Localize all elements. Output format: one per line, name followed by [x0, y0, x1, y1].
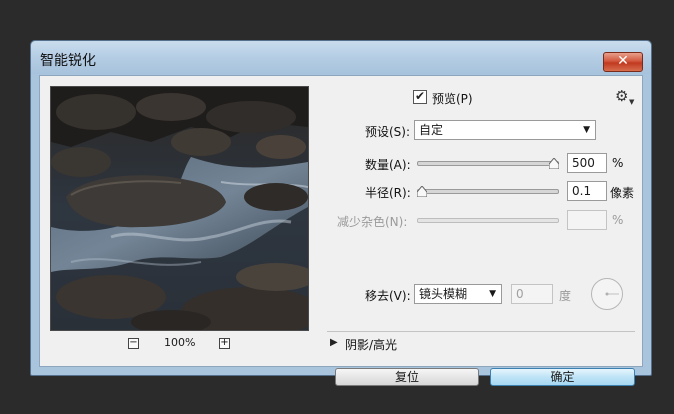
amount-slider-thumb[interactable]: [549, 158, 559, 169]
minus-icon: −: [129, 337, 138, 348]
reduce-noise-unit: %: [612, 213, 624, 227]
reset-button[interactable]: 复位: [335, 368, 479, 386]
radius-slider-thumb[interactable]: [417, 186, 427, 197]
radius-slider[interactable]: [417, 189, 559, 194]
preview-checkbox[interactable]: ✔: [413, 90, 427, 104]
preview-checkbox-label[interactable]: 预览(P): [432, 90, 473, 107]
close-icon: ✕: [617, 53, 629, 69]
title-bar[interactable]: 智能锐化 ✕: [31, 41, 651, 74]
radius-label: 半径(R):: [365, 186, 411, 200]
plus-icon: +: [220, 337, 229, 348]
reduce-noise-input: [567, 210, 607, 230]
remove-label: 移去(V):: [365, 289, 411, 303]
ok-button[interactable]: 确定: [490, 368, 635, 386]
preset-label: 预设(S):: [365, 125, 411, 139]
dialog-body: − 100% + ✔ 预览(P) ⚙ ▼ 预设(S): 自定 ▼ 数量(A): …: [39, 75, 643, 386]
caret-down-icon: ▼: [629, 98, 635, 106]
smart-sharpen-dialog: 智能锐化 ✕ − 100% + ✔ 预览(P) ⚙ ▼ 预设(S): 自定 ▼ …: [30, 40, 652, 386]
zoom-out-button[interactable]: −: [128, 338, 139, 349]
remove-select[interactable]: 镜头模糊 ▼: [414, 284, 502, 304]
dialog-title: 智能锐化: [40, 53, 96, 69]
chevron-down-icon: ▼: [583, 125, 590, 135]
zoom-in-button[interactable]: +: [219, 338, 230, 349]
zoom-level: 100%: [164, 336, 196, 349]
radius-unit: 像素: [610, 186, 635, 200]
checkmark-icon: ✔: [414, 89, 426, 103]
gear-icon[interactable]: ⚙: [615, 87, 628, 105]
chevron-down-icon: ▼: [489, 289, 496, 299]
angle-dial: [591, 278, 623, 310]
shadows-highlights-toggle[interactable]: 阴影/高光: [345, 336, 397, 353]
expand-triangle-icon[interactable]: ▶: [330, 337, 338, 348]
reduce-noise-slider: [417, 218, 559, 223]
close-button[interactable]: ✕: [603, 52, 643, 72]
angle-dial-icon: [605, 292, 619, 296]
remove-value: 镜头模糊: [419, 287, 468, 301]
angle-input: 0: [511, 284, 553, 304]
radius-input[interactable]: 0.1: [567, 181, 607, 201]
preset-select[interactable]: 自定 ▼: [414, 120, 596, 140]
amount-label: 数量(A):: [365, 158, 411, 172]
preset-value: 自定: [419, 123, 444, 137]
angle-unit: 度: [559, 289, 572, 303]
reduce-noise-label: 减少杂色(N):: [337, 215, 408, 229]
section-divider: [327, 331, 635, 332]
river-rocks-photo: [51, 87, 308, 330]
amount-input[interactable]: 500: [567, 153, 607, 173]
preview-image[interactable]: [50, 86, 309, 331]
amount-slider[interactable]: [417, 161, 559, 166]
amount-unit: %: [612, 156, 624, 170]
